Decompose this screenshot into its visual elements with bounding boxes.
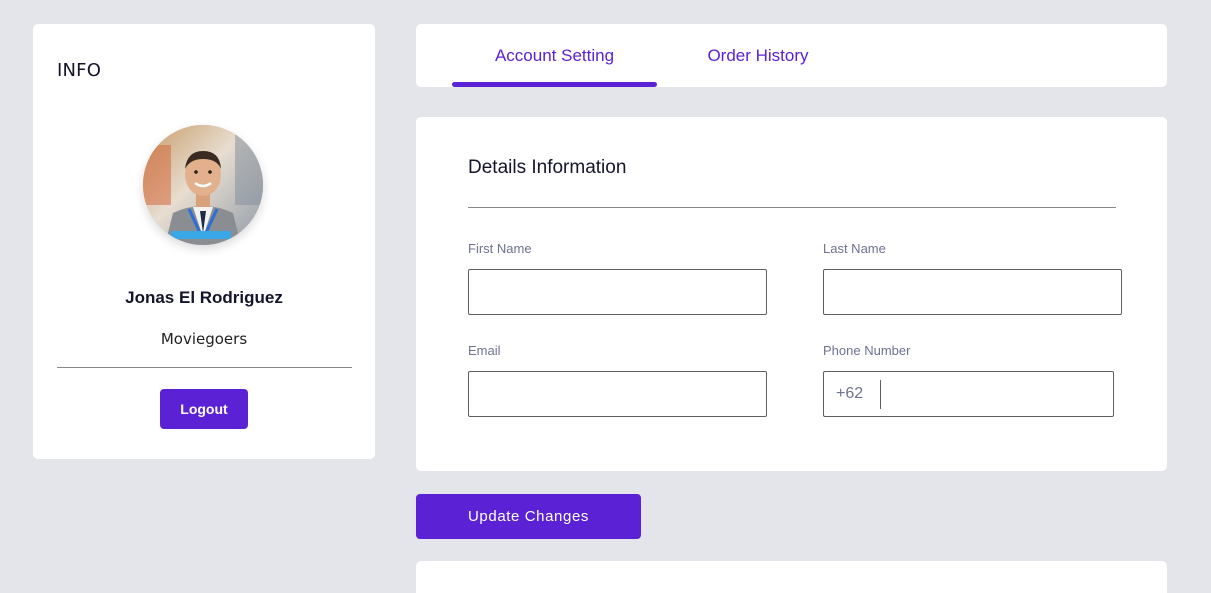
phone-number-label: Phone Number bbox=[823, 343, 911, 358]
details-information-card: Details Information First Name Last Name… bbox=[416, 117, 1167, 471]
user-name: Jonas El Rodriguez bbox=[125, 288, 283, 307]
phone-separator bbox=[880, 380, 881, 409]
update-changes-button[interactable]: Update Changes bbox=[416, 494, 641, 539]
account-privacy-card bbox=[416, 561, 1167, 593]
tab-account-setting[interactable]: Account Setting bbox=[452, 46, 657, 66]
last-name-label: Last Name bbox=[823, 241, 886, 256]
active-tab-indicator bbox=[452, 82, 657, 87]
email-label: Email bbox=[468, 343, 501, 358]
avatar-photo bbox=[143, 125, 263, 245]
phone-number-field: +62 bbox=[823, 371, 1114, 417]
details-title: Details Information bbox=[468, 157, 627, 178]
first-name-label: First Name bbox=[468, 241, 532, 256]
user-role: Moviegoers bbox=[160, 330, 248, 348]
info-divider bbox=[57, 367, 352, 368]
tab-order-history[interactable]: Order History bbox=[678, 46, 838, 66]
avatar bbox=[143, 125, 263, 245]
phone-country-code: +62 bbox=[836, 385, 864, 402]
info-title: INFO bbox=[57, 60, 102, 81]
details-divider bbox=[468, 207, 1116, 208]
first-name-input[interactable] bbox=[468, 269, 767, 315]
logout-button[interactable]: Logout bbox=[160, 389, 248, 429]
phone-number-input[interactable] bbox=[888, 374, 1108, 414]
tabs-bar: Account Setting Order History bbox=[416, 24, 1167, 87]
profile-info-card: INFO Jonas El Rodriguez Moviegoers Logou… bbox=[33, 24, 375, 459]
last-name-input[interactable] bbox=[823, 269, 1122, 315]
email-input[interactable] bbox=[468, 371, 767, 417]
